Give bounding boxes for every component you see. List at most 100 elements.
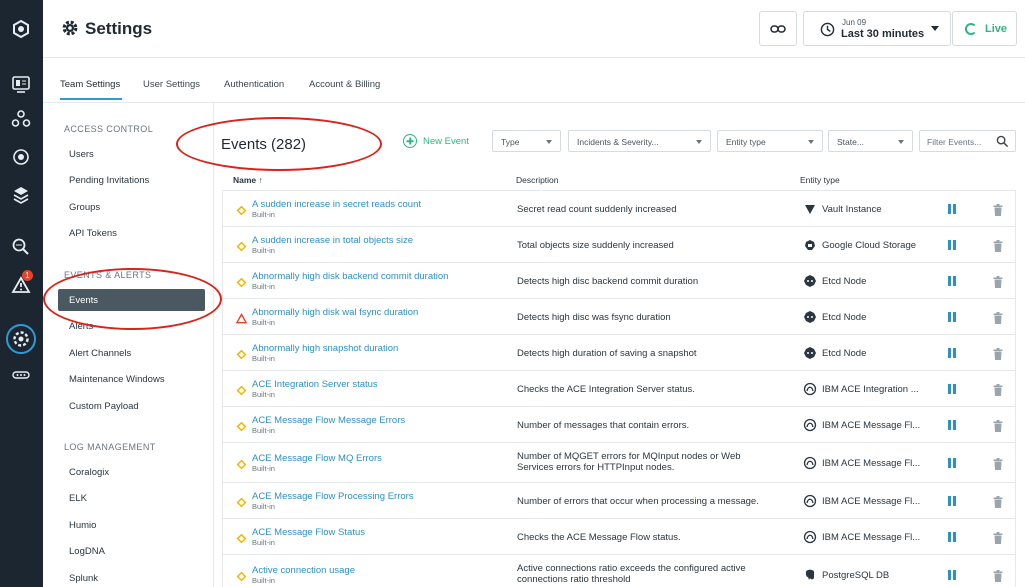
section-events-alerts: EVENTS & ALERTS — [64, 270, 152, 280]
trash-icon[interactable] — [993, 531, 1003, 544]
event-name-link[interactable]: ACE Message Flow Processing Errors — [252, 491, 414, 502]
nav-item-groups[interactable]: Groups — [69, 202, 100, 213]
entity-type-select[interactable]: Entity type — [717, 130, 823, 152]
trash-icon[interactable] — [993, 311, 1003, 324]
instana-logo-icon[interactable] — [8, 16, 34, 42]
tab-authentication[interactable]: Authentication — [224, 79, 284, 90]
nav-item-logdna[interactable]: LogDNA — [69, 546, 105, 557]
pause-icon[interactable] — [948, 532, 956, 542]
table-row[interactable]: Abnormally high disk wal fsync duration B… — [222, 299, 1016, 335]
event-name-link[interactable]: Abnormally high disk backend commit dura… — [252, 271, 448, 282]
builtin-label: Built-in — [252, 390, 275, 399]
pause-icon[interactable] — [948, 312, 956, 322]
warning-diamond-icon — [236, 495, 247, 508]
pause-icon[interactable] — [948, 496, 956, 506]
trash-icon[interactable] — [993, 419, 1003, 432]
builtin-label: Built-in — [252, 318, 275, 327]
table-row[interactable]: ACE Message Flow Status Built-in Checks th… — [222, 519, 1016, 555]
postgres-icon — [803, 568, 817, 582]
platforms-icon[interactable] — [8, 144, 34, 170]
copy-link-button[interactable] — [759, 11, 797, 46]
table-row[interactable]: Abnormally high snapshot duration Built-i… — [222, 335, 1016, 371]
trash-icon[interactable] — [993, 275, 1003, 288]
applications-icon[interactable] — [8, 106, 34, 132]
analytics-icon[interactable] — [8, 234, 34, 260]
vault-icon — [803, 202, 817, 216]
nav-item-splunk[interactable]: Splunk — [69, 573, 98, 584]
nav-item-alert-channels[interactable]: Alert Channels — [69, 348, 131, 359]
pause-icon[interactable] — [948, 204, 956, 214]
event-name-link[interactable]: A sudden increase in secret reads count — [252, 199, 421, 210]
trash-icon[interactable] — [993, 457, 1003, 470]
table-row[interactable]: ACE Integration Server status Built-in Che… — [222, 371, 1016, 407]
tab-user-settings[interactable]: User Settings — [143, 79, 200, 90]
events-heading: Events (282) — [221, 136, 307, 153]
nav-item-users[interactable]: Users — [69, 149, 94, 160]
infrastructure-icon[interactable] — [8, 182, 34, 208]
nav-item-alerts[interactable]: Alerts — [69, 321, 93, 332]
gcs-icon — [803, 238, 817, 252]
new-event-label: New Event — [423, 135, 469, 147]
table-row[interactable]: A sudden increase in secret reads count B… — [222, 191, 1016, 227]
event-name-link[interactable]: ACE Message Flow MQ Errors — [252, 453, 382, 464]
table-row[interactable]: ACE Message Flow Message Errors Built-in N… — [222, 407, 1016, 443]
nav-item-events-label: Events — [69, 295, 99, 306]
event-name-link[interactable]: ACE Message Flow Status — [252, 527, 365, 538]
event-name-link[interactable]: ACE Message Flow Message Errors — [252, 415, 405, 426]
event-name-link[interactable]: Abnormally high snapshot duration — [252, 343, 398, 354]
pause-icon[interactable] — [948, 240, 956, 250]
nav-item-api-tokens[interactable]: API Tokens — [69, 228, 117, 239]
event-name-link[interactable]: Abnormally high disk wal fsync duration — [252, 307, 418, 318]
entity-type-label: Vault Instance — [822, 204, 882, 215]
trash-icon[interactable] — [993, 569, 1003, 582]
nav-item-pending-invitations[interactable]: Pending Invitations — [69, 175, 149, 186]
column-name[interactable]: Name ↑ — [233, 175, 263, 185]
trash-icon[interactable] — [993, 383, 1003, 396]
builtin-label: Built-in — [252, 426, 275, 435]
websites-icon[interactable] — [8, 71, 34, 97]
nav-item-custom-payload[interactable]: Custom Payload — [69, 401, 139, 412]
table-row[interactable]: ACE Message Flow MQ Errors Built-in Number… — [222, 443, 1016, 483]
chevron-down-icon — [696, 140, 702, 144]
pause-icon[interactable] — [948, 458, 956, 468]
more-icon[interactable] — [8, 362, 34, 388]
nav-item-coralogix[interactable]: Coralogix — [69, 467, 109, 478]
trash-icon[interactable] — [993, 347, 1003, 360]
search-icon[interactable] — [996, 135, 1009, 148]
filter-events-input[interactable]: Filter Events... — [919, 130, 1016, 152]
incidents-severity-select[interactable]: Incidents & Severity... — [568, 130, 711, 152]
nav-item-elk[interactable]: ELK — [69, 493, 87, 504]
event-name-link[interactable]: Active connection usage — [252, 565, 355, 576]
pause-icon[interactable] — [948, 420, 956, 430]
state-select[interactable]: State... — [828, 130, 913, 152]
table-row[interactable]: Active connection usage Built-in Active co… — [222, 555, 1016, 587]
pause-icon[interactable] — [948, 384, 956, 394]
event-name-link[interactable]: ACE Integration Server status — [252, 379, 378, 390]
type-filter-select[interactable]: Type — [492, 130, 561, 152]
pause-icon[interactable] — [948, 276, 956, 286]
new-event-button[interactable]: New Event — [403, 133, 469, 149]
nav-item-events[interactable]: Events — [58, 289, 205, 311]
nav-item-humio[interactable]: Humio — [69, 520, 96, 531]
live-button[interactable]: Live — [952, 11, 1017, 46]
time-range-date: Jun 09 — [842, 18, 867, 27]
table-row[interactable]: ACE Message Flow Processing Errors Built-… — [222, 483, 1016, 519]
tab-account-billing[interactable]: Account & Billing — [309, 79, 380, 90]
event-description: Total objects size suddenly increased — [517, 240, 674, 251]
settings-icon[interactable] — [6, 324, 36, 354]
nav-item-maintenance-windows[interactable]: Maintenance Windows — [69, 374, 165, 385]
pause-icon[interactable] — [948, 348, 956, 358]
trash-icon[interactable] — [993, 203, 1003, 216]
tab-team-settings[interactable]: Team Settings — [60, 79, 120, 90]
table-row[interactable]: A sudden increase in total objects size B… — [222, 227, 1016, 263]
trash-icon[interactable] — [993, 495, 1003, 508]
time-range-picker[interactable]: Jun 09 Last 30 minutes — [803, 11, 951, 46]
trash-icon[interactable] — [993, 239, 1003, 252]
table-row[interactable]: Abnormally high disk backend commit dura… — [222, 263, 1016, 299]
event-name-link[interactable]: A sudden increase in total objects size — [252, 235, 413, 246]
pause-icon[interactable] — [948, 570, 956, 580]
warning-diamond-icon — [236, 531, 247, 544]
builtin-label: Built-in — [252, 464, 275, 473]
etcd-icon — [803, 274, 817, 288]
builtin-label: Built-in — [252, 210, 275, 219]
